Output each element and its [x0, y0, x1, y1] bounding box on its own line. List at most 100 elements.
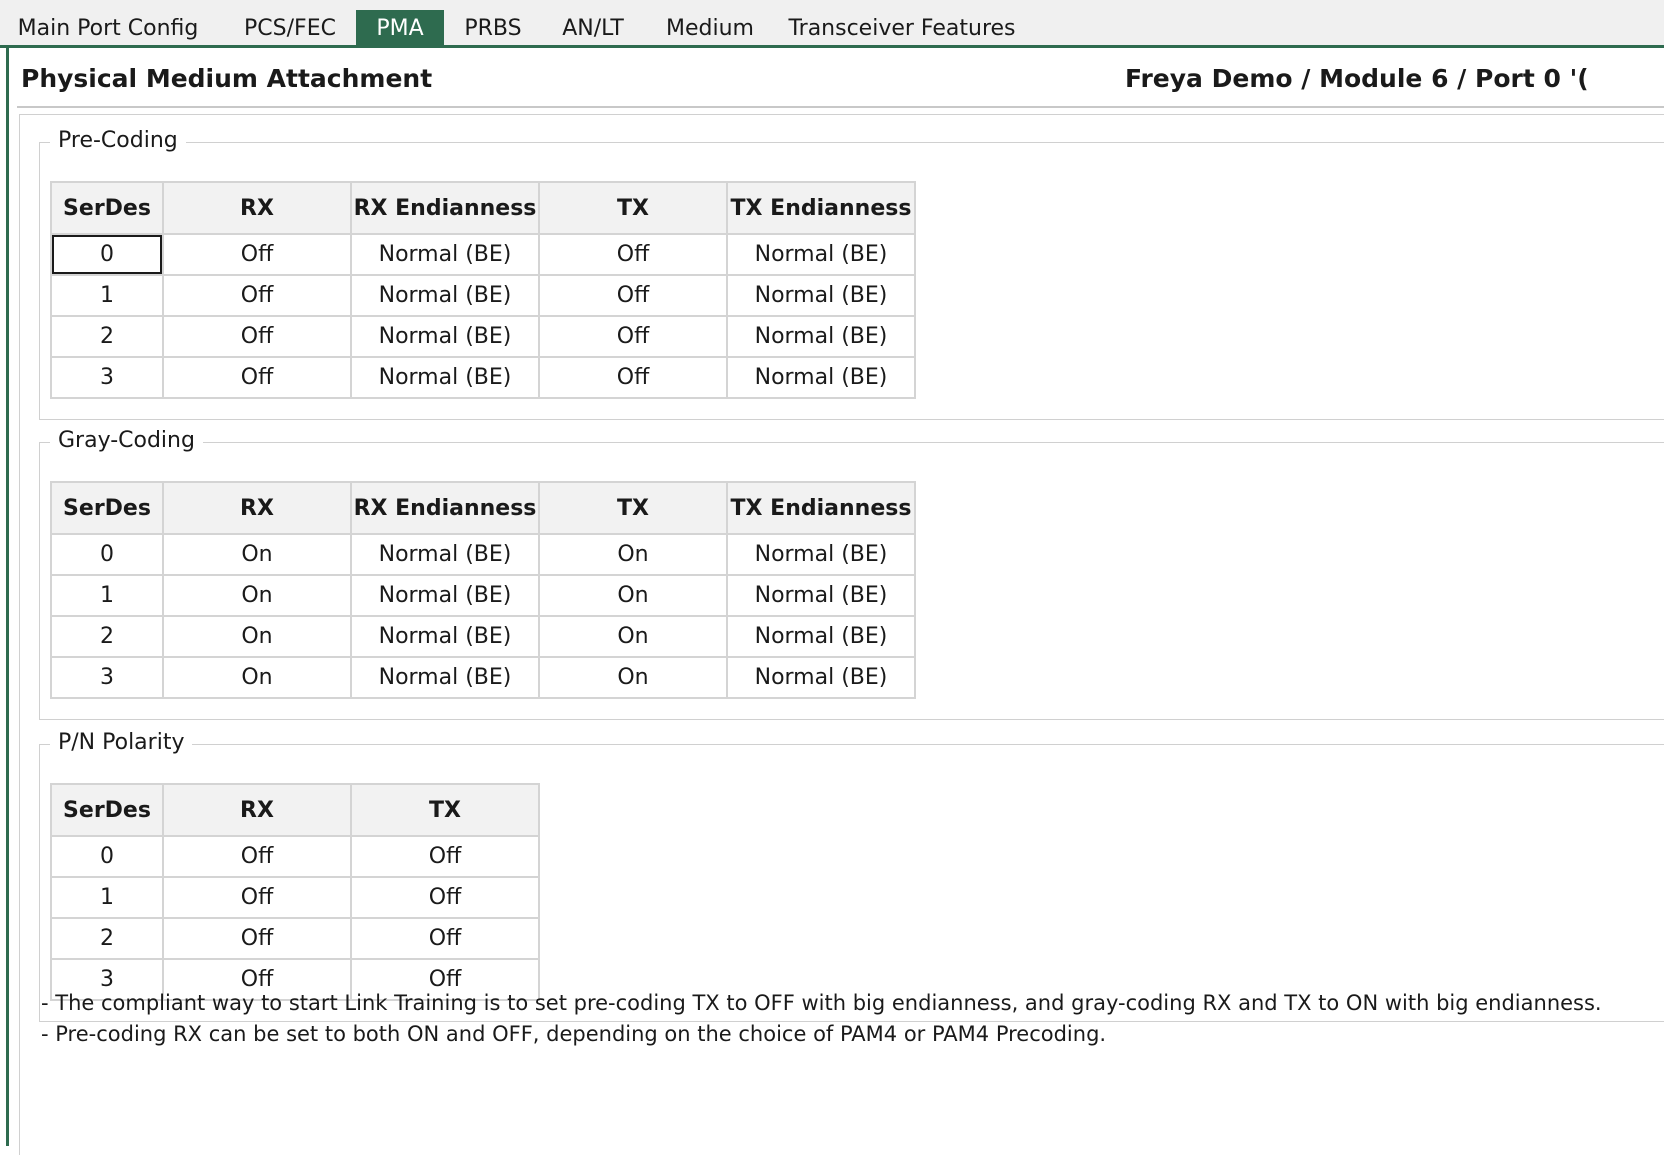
polarity-table: SerDes RX TX 0 Off Off 1 Off Off 2 Off O…: [50, 783, 540, 1001]
column-header-rx[interactable]: RX: [162, 783, 352, 837]
rx-endianness-cell[interactable]: Normal (BE): [350, 574, 540, 617]
column-header-serdes[interactable]: SerDes: [50, 783, 164, 837]
table-row: 0 On Normal (BE) On Normal (BE): [50, 533, 916, 576]
tx-cell[interactable]: On: [538, 656, 728, 699]
table-row: 0 Off Off: [50, 835, 540, 878]
serdes-cell[interactable]: 3: [50, 656, 164, 699]
column-header-tx-endianness[interactable]: TX Endianness: [726, 481, 916, 535]
rx-cell[interactable]: Off: [162, 233, 352, 276]
table-header-row: SerDes RX TX: [50, 783, 540, 837]
rx-endianness-cell[interactable]: Normal (BE): [350, 615, 540, 658]
rx-cell[interactable]: Off: [162, 835, 352, 878]
graycoding-table: SerDes RX RX Endianness TX TX Endianness…: [50, 481, 916, 699]
tx-cell[interactable]: Off: [538, 233, 728, 276]
tx-endianness-cell[interactable]: Normal (BE): [726, 274, 916, 317]
tab-transceiver-features[interactable]: Transceiver Features: [782, 10, 1022, 48]
tx-endianness-cell[interactable]: Normal (BE): [726, 356, 916, 399]
rx-endianness-cell[interactable]: Normal (BE): [350, 233, 540, 276]
rx-cell[interactable]: Off: [162, 876, 352, 919]
notes: - The compliant way to start Link Traini…: [41, 988, 1661, 1050]
precoding-group: Pre-Coding SerDes RX RX Endianness TX TX…: [39, 127, 1664, 420]
tx-cell[interactable]: On: [538, 533, 728, 576]
note-line: - The compliant way to start Link Traini…: [41, 991, 1602, 1015]
column-header-rx-endianness[interactable]: RX Endianness: [350, 181, 540, 235]
serdes-cell[interactable]: 0: [50, 835, 164, 878]
tx-cell[interactable]: Off: [350, 876, 540, 919]
rx-endianness-cell[interactable]: Normal (BE): [350, 656, 540, 699]
column-header-rx[interactable]: RX: [162, 481, 352, 535]
rx-endianness-cell[interactable]: Normal (BE): [350, 533, 540, 576]
table-header-row: SerDes RX RX Endianness TX TX Endianness: [50, 481, 916, 535]
graycoding-legend: Gray-Coding: [50, 427, 203, 455]
precoding-legend: Pre-Coding: [50, 127, 186, 155]
rx-cell[interactable]: Off: [162, 356, 352, 399]
table-row: 1 Off Off: [50, 876, 540, 919]
tx-cell[interactable]: Off: [350, 835, 540, 878]
rx-cell[interactable]: On: [162, 533, 352, 576]
column-header-tx[interactable]: TX: [538, 181, 728, 235]
serdes-cell[interactable]: 2: [50, 615, 164, 658]
column-header-tx[interactable]: TX: [350, 783, 540, 837]
tab-main-port-config[interactable]: Main Port Config: [8, 10, 208, 48]
table-row: 0 Off Normal (BE) Off Normal (BE): [50, 233, 916, 276]
tab-prbs[interactable]: PRBS: [452, 10, 534, 48]
tab-pma[interactable]: PMA: [356, 10, 444, 48]
table-row: 2 On Normal (BE) On Normal (BE): [50, 615, 916, 658]
rx-cell[interactable]: Off: [162, 917, 352, 960]
table-header-row: SerDes RX RX Endianness TX TX Endianness: [50, 181, 916, 235]
column-header-tx[interactable]: TX: [538, 481, 728, 535]
serdes-cell[interactable]: 3: [50, 356, 164, 399]
tab-medium[interactable]: Medium: [656, 10, 764, 48]
table-row: 1 Off Normal (BE) Off Normal (BE): [50, 274, 916, 317]
rx-endianness-cell[interactable]: Normal (BE): [350, 274, 540, 317]
rx-cell[interactable]: On: [162, 574, 352, 617]
precoding-table: SerDes RX RX Endianness TX TX Endianness…: [50, 181, 916, 399]
tx-endianness-cell[interactable]: Normal (BE): [726, 533, 916, 576]
tx-cell[interactable]: Off: [538, 315, 728, 358]
rx-cell[interactable]: Off: [162, 315, 352, 358]
table-row: 3 On Normal (BE) On Normal (BE): [50, 656, 916, 699]
tx-cell[interactable]: Off: [538, 274, 728, 317]
tx-cell[interactable]: On: [538, 615, 728, 658]
title-divider: [17, 106, 1664, 108]
polarity-group: P/N Polarity SerDes RX TX 0 Off Off 1 Of…: [39, 729, 1664, 1022]
serdes-cell[interactable]: 1: [50, 876, 164, 919]
serdes-cell[interactable]: 2: [50, 917, 164, 960]
column-header-rx[interactable]: RX: [162, 181, 352, 235]
rx-endianness-cell[interactable]: Normal (BE): [350, 315, 540, 358]
tx-endianness-cell[interactable]: Normal (BE): [726, 656, 916, 699]
tab-pcs-fec[interactable]: PCS/FEC: [224, 10, 356, 48]
tab-an-lt[interactable]: AN/LT: [548, 10, 638, 48]
column-header-serdes[interactable]: SerDes: [50, 481, 164, 535]
tx-cell[interactable]: Off: [538, 356, 728, 399]
note-line: - Pre-coding RX can be set to both ON an…: [41, 1022, 1107, 1046]
column-header-rx-endianness[interactable]: RX Endianness: [350, 481, 540, 535]
table-row: 3 Off Normal (BE) Off Normal (BE): [50, 356, 916, 399]
tx-endianness-cell[interactable]: Normal (BE): [726, 615, 916, 658]
graycoding-group: Gray-Coding SerDes RX RX Endianness TX T…: [39, 427, 1664, 720]
tx-endianness-cell[interactable]: Normal (BE): [726, 233, 916, 276]
tx-endianness-cell[interactable]: Normal (BE): [726, 574, 916, 617]
serdes-cell[interactable]: 0: [50, 533, 164, 576]
polarity-legend: P/N Polarity: [50, 729, 193, 757]
port-path-title: Freya Demo / Module 6 / Port 0 '(: [1125, 64, 1589, 93]
rx-cell[interactable]: On: [162, 656, 352, 699]
serdes-cell[interactable]: 2: [50, 315, 164, 358]
table-row: 2 Off Normal (BE) Off Normal (BE): [50, 315, 916, 358]
tab-bar: Main Port Config PCS/FEC PMA PRBS AN/LT …: [0, 0, 1664, 48]
serdes-cell[interactable]: 0: [50, 233, 164, 276]
tx-cell[interactable]: Off: [350, 917, 540, 960]
rx-endianness-cell[interactable]: Normal (BE): [350, 356, 540, 399]
pma-panel: Physical Medium Attachment Freya Demo / …: [6, 48, 1664, 1155]
page-title: Physical Medium Attachment: [21, 64, 433, 93]
serdes-cell[interactable]: 1: [50, 574, 164, 617]
tx-cell[interactable]: On: [538, 574, 728, 617]
column-header-tx-endianness[interactable]: TX Endianness: [726, 181, 916, 235]
rx-cell[interactable]: Off: [162, 274, 352, 317]
tx-endianness-cell[interactable]: Normal (BE): [726, 315, 916, 358]
table-row: 1 On Normal (BE) On Normal (BE): [50, 574, 916, 617]
table-row: 2 Off Off: [50, 917, 540, 960]
rx-cell[interactable]: On: [162, 615, 352, 658]
serdes-cell[interactable]: 1: [50, 274, 164, 317]
column-header-serdes[interactable]: SerDes: [50, 181, 164, 235]
